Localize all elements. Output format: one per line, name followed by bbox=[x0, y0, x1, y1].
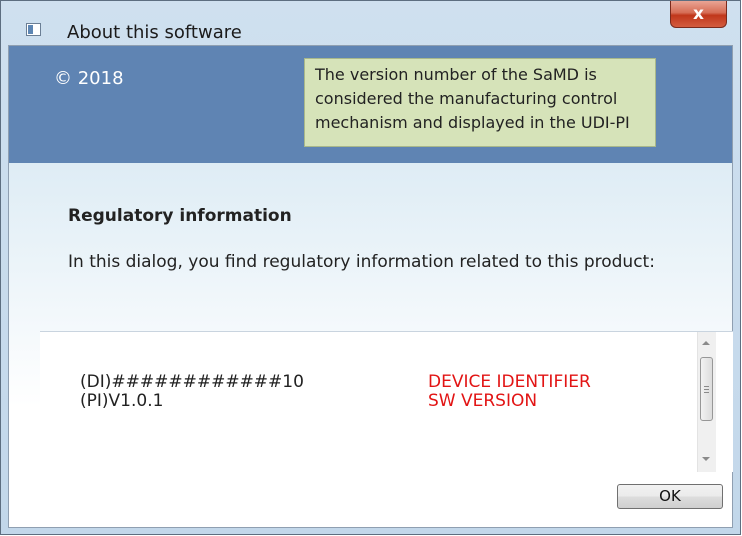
scroll-up-arrow-icon[interactable] bbox=[702, 341, 710, 345]
dialog-content: © 2018 The version number of the SaMD is… bbox=[8, 45, 733, 528]
grip-line bbox=[704, 389, 709, 390]
ok-button[interactable]: OK bbox=[617, 484, 723, 509]
window-title: About this software bbox=[67, 22, 242, 43]
close-button[interactable]: x bbox=[670, 1, 727, 28]
app-window-icon bbox=[26, 23, 41, 36]
copyright-text: © 2018 bbox=[54, 68, 124, 89]
udi-di-code: (DI)############10 bbox=[80, 372, 304, 392]
title-bar[interactable]: About this software x bbox=[1, 1, 740, 45]
udi-info-box: (DI)############10 DEVICE IDENTIFIER (PI… bbox=[40, 331, 733, 472]
vertical-scrollbar[interactable] bbox=[697, 332, 716, 472]
header-banner: © 2018 The version number of the SaMD is… bbox=[9, 46, 732, 163]
udi-pi-label: SW VERSION bbox=[428, 391, 538, 411]
about-dialog: About this software x © 2018 The version… bbox=[0, 0, 741, 535]
udi-di-label: DEVICE IDENTIFIER bbox=[428, 372, 591, 392]
intro-text: In this dialog, you find regulatory info… bbox=[68, 252, 655, 272]
section-heading: Regulatory information bbox=[68, 206, 292, 226]
grip-line bbox=[704, 392, 709, 393]
grip-line bbox=[704, 386, 709, 387]
udi-pi-code: (PI)V1.0.1 bbox=[80, 391, 164, 411]
annotation-note: The version number of the SaMD is consid… bbox=[304, 58, 656, 147]
scrollbar-thumb[interactable] bbox=[700, 357, 713, 421]
scroll-down-arrow-icon[interactable] bbox=[702, 457, 710, 461]
